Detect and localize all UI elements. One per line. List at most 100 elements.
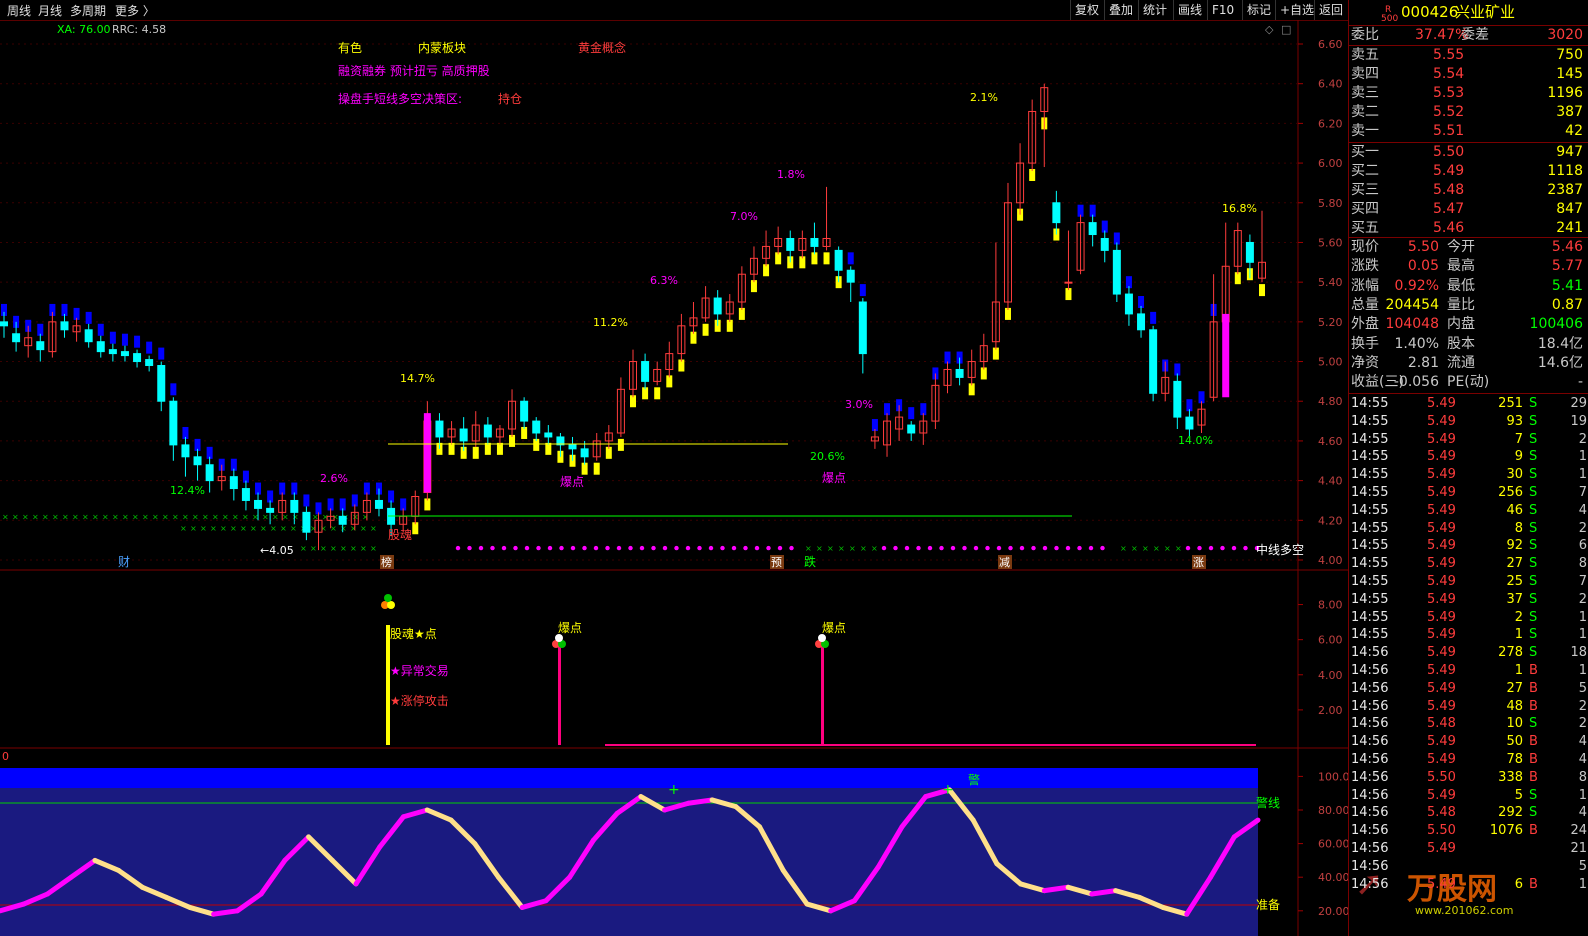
dot-marker: [674, 545, 679, 551]
tick-row[interactable]: 14:56 5: [1351, 858, 1587, 876]
stat-row[interactable]: 净资 2.81 流通 14.6亿: [1351, 354, 1587, 373]
price-tick-label: 5.40: [1318, 276, 1343, 289]
lower-tick-label: 20.00: [1318, 905, 1348, 918]
kline-chart[interactable]: 6.60 6.40 6.20 6.00 5.80 5.60 5.40 5.20 5.00 4.80…: [0, 20, 1348, 936]
oscillator-segment: [1041, 884, 1071, 894]
ask-row[interactable]: 卖四 5.54 145: [1351, 65, 1587, 84]
toolbar-draw-button[interactable]: 画线: [1173, 0, 1206, 20]
tick-row[interactable]: 14:56 5.48 292 S 4: [1351, 804, 1587, 822]
tick-row[interactable]: 14:56 5.49 5 S 1: [1351, 787, 1587, 805]
tick-row[interactable]: 14:55 5.49 46 S 4: [1351, 502, 1587, 520]
tick-row[interactable]: 14:55 5.49 7 S 2: [1351, 431, 1587, 449]
tick-row[interactable]: 14:56 5.49 21: [1351, 840, 1587, 858]
tick-row[interactable]: 14:56 5.49 6 B 1: [1351, 876, 1587, 894]
toolbar-mark-button[interactable]: 标记: [1242, 0, 1275, 20]
bid-row[interactable]: 买三 5.48 2387: [1351, 181, 1587, 200]
panel-control-icons[interactable]: ◇ □: [1265, 23, 1291, 36]
stat-row[interactable]: 收益(三) -0.056 PE(动) -: [1351, 373, 1587, 392]
plus-marker-icon: +: [942, 782, 954, 798]
pct-label: 1.8%: [777, 168, 805, 181]
toolbar-stats-button[interactable]: 统计: [1138, 0, 1171, 20]
price-tick-label: 6.20: [1318, 117, 1343, 130]
tick-volume: 7: [1514, 431, 1523, 447]
tick-row[interactable]: 14:56 5.49 48 B 2: [1351, 698, 1587, 716]
diamond-icon[interactable]: ◇: [1265, 23, 1274, 36]
dot-marker: [570, 545, 576, 551]
dot-marker: [662, 545, 668, 551]
trend-brick: [859, 284, 866, 297]
tick-side: S: [1529, 520, 1538, 536]
tick-row[interactable]: 14:55 5.49 92 S 6: [1351, 537, 1587, 555]
candle-body: [96, 341, 105, 353]
candle-body: [858, 301, 867, 355]
dot-marker: [697, 545, 702, 551]
tick-row[interactable]: 14:56 5.49 50 B 4: [1351, 733, 1587, 751]
price-tick-label: 5.20: [1318, 316, 1343, 329]
tick-volume: 1: [1514, 627, 1523, 643]
tick-row[interactable]: 14:55 5.49 25 S 7: [1351, 573, 1587, 591]
tick-row[interactable]: 14:55 5.49 9 S 1: [1351, 448, 1587, 466]
tick-row[interactable]: 14:56 5.49 1 B 1: [1351, 662, 1587, 680]
toolbar-f10-button[interactable]: F10: [1207, 0, 1238, 20]
tick-row[interactable]: 14:56 5.48 10 S 2: [1351, 715, 1587, 733]
tick-row[interactable]: 14:55 5.49 37 S 2: [1351, 591, 1587, 609]
tick-row[interactable]: 14:56 5.49 27 B 5: [1351, 680, 1587, 698]
stat-row[interactable]: 外盘 104048 内盘 100406: [1351, 315, 1587, 334]
toolbar-week-button[interactable]: 周线: [7, 2, 31, 19]
candle-body: [580, 448, 589, 458]
bid-row[interactable]: 买一 5.50 947: [1351, 143, 1587, 162]
bid-row[interactable]: 买二 5.49 1118: [1351, 162, 1587, 181]
stat-row[interactable]: 换手 1.40% 股本 18.4亿: [1351, 335, 1587, 354]
tick-price: 5.49: [1427, 467, 1456, 483]
candle-body: [120, 351, 129, 357]
toolbar-overlay-button[interactable]: 叠加: [1104, 0, 1137, 20]
pct-label: 20.6%: [810, 450, 845, 463]
ask-row[interactable]: 卖二 5.52 387: [1351, 103, 1587, 122]
stat-row[interactable]: 总量 204454 量比 0.87: [1351, 296, 1587, 315]
tick-volume: 278: [1498, 645, 1523, 661]
tick-row[interactable]: 14:55 5.49 27 S 8: [1351, 555, 1587, 573]
bid-row[interactable]: 买五 5.46 241: [1351, 219, 1587, 238]
signal-letter: 减: [999, 556, 1010, 569]
stat-row[interactable]: 涨跌 0.05 最高 5.77: [1351, 257, 1587, 276]
cross-marker: ×: [320, 544, 327, 553]
tick-row[interactable]: 14:56 5.50 1076 B 24: [1351, 822, 1587, 840]
tick-row[interactable]: 14:55 5.49 93 S 19: [1351, 413, 1587, 431]
tick-price: 5.49: [1427, 574, 1456, 589]
ask-row[interactable]: 卖三 5.53 1196: [1351, 84, 1587, 103]
cross-marker: ×: [62, 512, 69, 521]
ask-row[interactable]: 卖一 5.51 42: [1351, 122, 1587, 141]
tick-row[interactable]: 14:55 5.49 2 S 1: [1351, 609, 1587, 627]
candle-body: [181, 444, 190, 458]
toolbar-month-button[interactable]: 月线: [38, 2, 62, 19]
candle-body: [338, 515, 347, 525]
tick-count: 2: [1578, 520, 1587, 536]
tick-row[interactable]: 14:55 5.49 1 S 1: [1351, 626, 1587, 644]
stat-row[interactable]: 现价 5.50 今开 5.46: [1351, 238, 1587, 257]
toolbar-multi-period-button[interactable]: 多周期: [70, 2, 106, 19]
tick-row[interactable]: 14:56 5.49 278 S 18: [1351, 644, 1587, 662]
stat-row[interactable]: 涨幅 0.92% 最低 5.41: [1351, 277, 1587, 296]
toolbar-add-watchlist-button[interactable]: +自选: [1275, 0, 1318, 20]
tick-row[interactable]: 14:55 5.49 8 S 2: [1351, 520, 1587, 538]
tick-count: 1: [1578, 449, 1587, 465]
tick-row[interactable]: 14:56 5.50 338 B 8: [1351, 769, 1587, 787]
cross-marker: ×: [362, 512, 369, 521]
toolbar-back-button[interactable]: 返回: [1314, 0, 1347, 20]
cross-marker: ×: [827, 544, 834, 553]
toolbar-restore-rights-button[interactable]: 复权: [1070, 0, 1103, 20]
ask-row[interactable]: 卖五 5.55 750: [1351, 46, 1587, 65]
bid-row[interactable]: 买四 5.47 847: [1351, 200, 1587, 219]
tick-row[interactable]: 14:55 5.49 251 S 29: [1351, 395, 1587, 413]
candle-body: [641, 361, 650, 382]
tick-row[interactable]: 14:55 5.49 30 S 1: [1351, 466, 1587, 484]
cross-marker: ×: [200, 524, 207, 533]
candle-body: [1112, 249, 1121, 295]
dot-marker: [1077, 545, 1082, 551]
tick-row[interactable]: 14:55 5.49 256 S 7: [1351, 484, 1587, 502]
tick-count: 4: [1578, 752, 1587, 767]
tick-row[interactable]: 14:56 5.49 78 B 4: [1351, 751, 1587, 769]
tick-volume: 8: [1514, 520, 1523, 536]
square-icon[interactable]: □: [1281, 23, 1291, 36]
toolbar-more-button[interactable]: 更多 〉: [115, 2, 155, 19]
